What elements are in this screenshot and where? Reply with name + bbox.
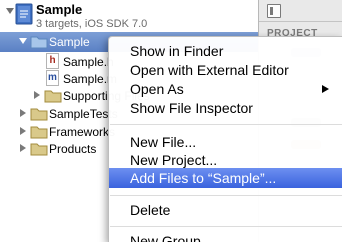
menu-item-new-project[interactable]: New Project...: [109, 150, 342, 170]
disclosure-closed-icon[interactable]: [20, 109, 26, 117]
menu-item-add-files[interactable]: Add Files to “Sample”...: [109, 168, 342, 188]
disclosure-open-icon[interactable]: [6, 8, 14, 14]
tree-row-label: Products: [49, 142, 97, 156]
menu-item-show-in-finder[interactable]: Show in Finder: [109, 41, 342, 61]
header-file-icon: h: [46, 53, 59, 69]
project-subtitle: 3 targets, iOS SDK 7.0: [36, 18, 148, 30]
menu-item-label: Open As: [130, 81, 184, 97]
context-menu: Show in Finder Open with External Editor…: [108, 36, 342, 242]
menu-item-new-file[interactable]: New File...: [109, 132, 342, 152]
disclosure-open-icon[interactable]: [19, 38, 27, 44]
project-name: Sample: [36, 2, 83, 17]
menu-item-open-as[interactable]: Open As: [109, 79, 342, 99]
file-inspector-tab-icon[interactable]: [267, 4, 281, 18]
menu-item-show-file-inspector[interactable]: Show File Inspector: [109, 98, 342, 118]
disclosure-closed-icon[interactable]: [34, 91, 40, 99]
tree-row-label: Sample.h: [63, 55, 114, 69]
implementation-file-icon: m: [46, 70, 59, 86]
menu-separator: [110, 124, 342, 125]
menu-item-new-group[interactable]: New Group: [109, 231, 342, 242]
folder-icon: [30, 143, 48, 156]
tree-row-label: Sample: [49, 35, 90, 49]
folder-icon: [30, 108, 48, 121]
folder-icon: [30, 126, 48, 139]
folder-icon: [30, 36, 48, 49]
submenu-arrow-icon: [322, 85, 329, 93]
project-root-row[interactable]: Sample 3 targets, iOS SDK 7.0: [0, 0, 258, 34]
disclosure-closed-icon[interactable]: [20, 127, 26, 135]
menu-separator: [110, 226, 342, 227]
xcode-project-icon: [15, 3, 33, 25]
menu-item-open-with-external-editor[interactable]: Open with External Editor: [109, 60, 342, 80]
tree-row-label: Frameworks: [49, 125, 116, 139]
folder-icon: [44, 90, 62, 103]
utility-divider: [259, 21, 342, 22]
disclosure-closed-icon[interactable]: [20, 144, 26, 152]
menu-separator: [110, 195, 342, 196]
menu-item-delete[interactable]: Delete: [109, 200, 342, 220]
